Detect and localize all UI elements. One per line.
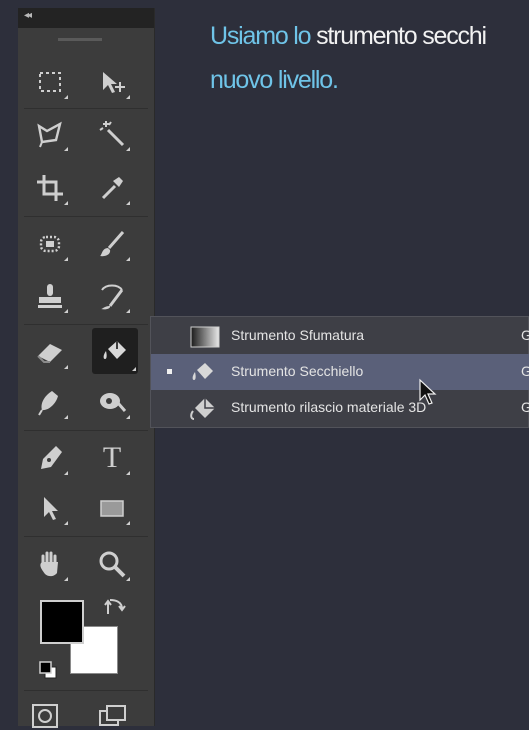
flyout-item-shortcut: G	[521, 363, 529, 379]
mouse-cursor-icon	[419, 378, 437, 405]
path-selection-icon[interactable]	[30, 488, 70, 528]
move-icon[interactable]	[92, 62, 132, 102]
type-glyph: T	[102, 441, 122, 474]
clone-stamp-icon[interactable]	[30, 276, 70, 316]
paint-bucket-icon[interactable]	[92, 328, 138, 374]
swap-colors-icon[interactable]	[104, 596, 126, 618]
flyout-item-gradient[interactable]: Strumento Sfumatura G	[151, 318, 529, 354]
spot-healing-icon[interactable]	[30, 224, 70, 264]
brush-icon[interactable]	[92, 224, 132, 264]
tutorial-heading: Usiamo lo strumento secchi nuovo livello…	[210, 14, 529, 102]
panel-header[interactable]: ◂◂	[18, 8, 154, 28]
eyedropper-icon[interactable]	[92, 168, 132, 208]
heading-line2: nuovo livello.	[210, 66, 339, 94]
crop-icon[interactable]	[30, 168, 70, 208]
paint-bucket-flyout-menu: Strumento Sfumatura G Strumento Secchiel…	[150, 316, 529, 428]
collapse-icon[interactable]: ◂◂	[24, 10, 32, 21]
flyout-item-3d-material-drop[interactable]: Strumento rilascio materiale 3D G	[151, 390, 529, 426]
heading-main: strumento secchi	[316, 22, 487, 50]
default-colors-icon[interactable]	[38, 660, 58, 680]
magic-wand-icon[interactable]	[92, 114, 132, 154]
foreground-color-swatch[interactable]	[40, 600, 84, 644]
pen-icon[interactable]	[30, 438, 70, 478]
lasso-icon[interactable]	[30, 114, 70, 154]
type-icon[interactable]: T	[92, 438, 132, 478]
flyout-item-shortcut: G	[521, 327, 529, 343]
flyout-item-label: Strumento Sfumatura	[231, 327, 365, 343]
hand-icon[interactable]	[30, 544, 70, 584]
flyout-item-shortcut: G	[521, 399, 529, 415]
panel-grip[interactable]	[58, 38, 102, 41]
3d-material-drop-icon	[190, 398, 215, 420]
eraser-icon[interactable]	[30, 332, 70, 372]
history-brush-icon[interactable]	[92, 276, 132, 316]
heading-accent: Usiamo lo	[210, 22, 317, 50]
flyout-item-paint-bucket[interactable]: Strumento Secchiello G	[151, 354, 529, 390]
dodge-icon[interactable]	[92, 382, 132, 422]
flyout-item-label: Strumento rilascio materiale 3D	[231, 399, 427, 415]
paint-bucket-icon	[192, 363, 213, 380]
zoom-icon[interactable]	[92, 544, 132, 584]
selected-bullet-icon	[167, 369, 172, 374]
flyout-item-label: Strumento Secchiello	[231, 363, 364, 379]
gradient-icon	[190, 326, 220, 348]
tools-panel: ◂◂ T	[18, 8, 155, 728]
blur-icon[interactable]	[30, 382, 70, 422]
rectangular-marquee-icon[interactable]	[30, 62, 70, 102]
rectangle-shape-icon[interactable]	[92, 488, 132, 528]
